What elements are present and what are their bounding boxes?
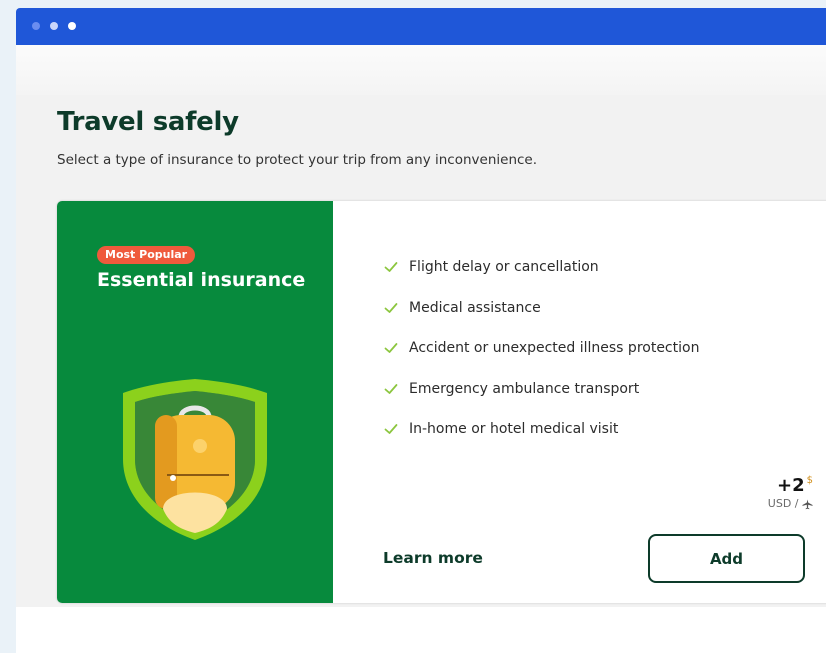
page-title: Travel safely xyxy=(57,107,239,137)
feature-label: Accident or unexpected illness protectio… xyxy=(409,340,700,357)
learn-more-link[interactable]: Learn more xyxy=(383,549,483,567)
feature-label: In-home or hotel medical visit xyxy=(409,421,619,438)
list-item: Emergency ambulance transport xyxy=(384,381,699,422)
insurance-card: Most Popular Essential insurance Flight … xyxy=(57,201,826,603)
feature-label: Emergency ambulance transport xyxy=(409,380,640,397)
plan-name: Essential insurance xyxy=(97,269,306,291)
check-icon xyxy=(384,302,398,313)
list-item: Accident or unexpected illness protectio… xyxy=(384,340,699,381)
airplane-icon xyxy=(802,498,813,509)
top-bar xyxy=(16,45,826,95)
price-display: +2 $ USD / xyxy=(768,475,813,510)
list-item: Flight delay or cancellation xyxy=(384,259,699,300)
page-subtitle: Select a type of insurance to protect yo… xyxy=(57,152,538,168)
currency-symbol: $ xyxy=(806,475,813,486)
feature-label: Flight delay or cancellation xyxy=(409,259,599,275)
browser-window: Travel safely Select a type of insurance… xyxy=(16,8,826,653)
price-unit-label: USD / xyxy=(767,497,799,510)
insurance-section: Travel safely Select a type of insurance… xyxy=(16,95,826,607)
shield-backpack-icon xyxy=(123,379,267,540)
list-item: Medical assistance xyxy=(384,300,699,341)
price-amount: +2 xyxy=(777,475,805,496)
window-titlebar xyxy=(16,8,826,45)
window-dot-icon xyxy=(68,22,76,30)
list-item: In-home or hotel medical visit xyxy=(384,421,699,462)
most-popular-badge: Most Popular xyxy=(97,246,196,264)
check-icon xyxy=(384,262,398,272)
add-insurance-button[interactable]: Add xyxy=(648,534,805,583)
price-unit: USD / xyxy=(768,497,813,510)
feature-label: Medical assistance xyxy=(409,299,541,316)
feature-list: Flight delay or cancellation Medical ass… xyxy=(384,259,699,462)
plan-header-panel: Most Popular Essential insurance xyxy=(57,201,333,603)
check-icon xyxy=(384,424,398,435)
window-dot-icon xyxy=(50,22,58,30)
window-dot-icon xyxy=(32,22,40,30)
check-icon xyxy=(384,343,398,354)
check-icon xyxy=(384,383,398,394)
